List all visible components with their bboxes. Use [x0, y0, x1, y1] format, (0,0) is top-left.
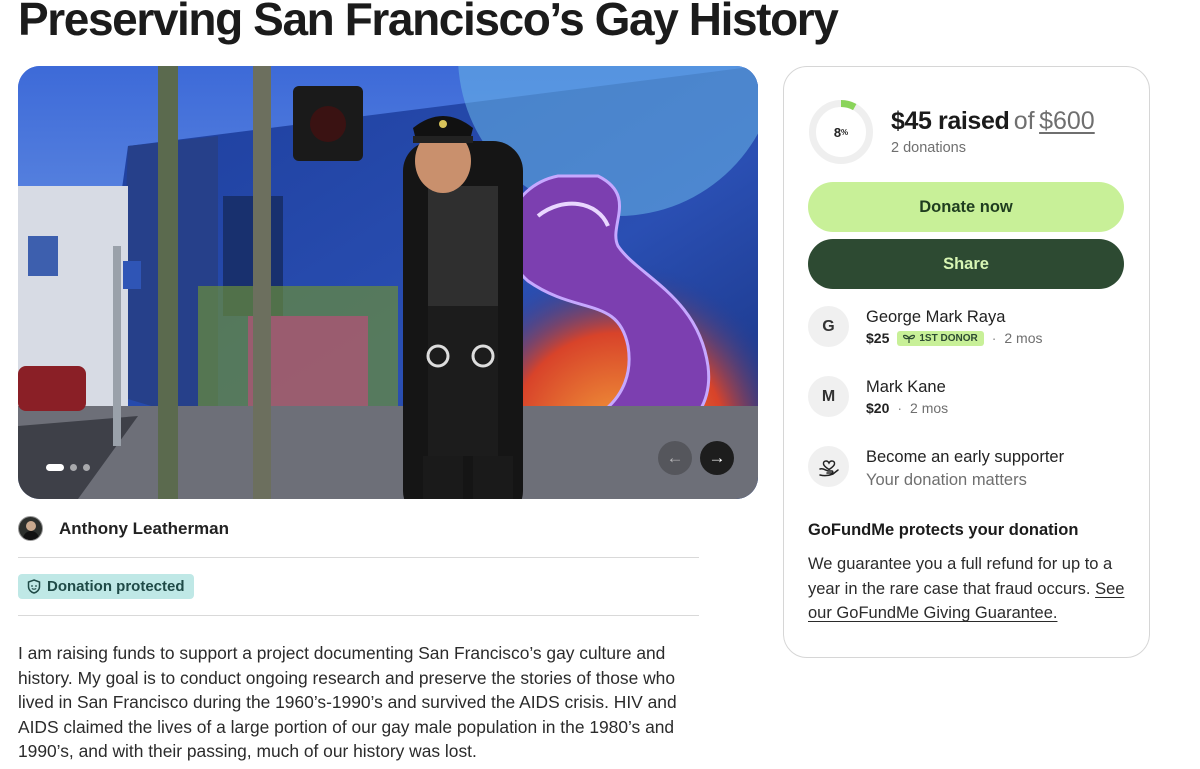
guarantee-description: We guarantee you a full refund for up to… — [808, 555, 1113, 598]
raised-summary: $45 raised of $600 — [891, 107, 1095, 136]
organizer[interactable]: Anthony Leatherman — [18, 516, 229, 541]
meta-separator: · — [991, 330, 997, 346]
goal-amount[interactable]: $600 — [1039, 107, 1095, 135]
progress-percent-value: 8 — [833, 124, 842, 140]
guarantee-title: GoFundMe protects your donation — [808, 521, 1079, 539]
donation-time: 2 mos — [910, 400, 949, 416]
donation-sidebar: 8% $45 raised of $600 2 donations Donate… — [783, 66, 1150, 658]
carousel-dots — [46, 464, 90, 471]
donate-now-button[interactable]: Donate now — [808, 182, 1124, 232]
first-donor-label: 1ST DONOR — [919, 332, 978, 344]
donor-list-item: M Mark Kane $20 · 2 mos — [808, 376, 948, 417]
raised-amount: $45 raised — [891, 107, 1010, 135]
divider — [18, 557, 699, 558]
campaign-photo — [18, 66, 758, 499]
arrow-right-icon: → — [708, 448, 726, 467]
donor-avatar: G — [808, 306, 849, 347]
guarantee-text: We guarantee you a full refund for up to… — [808, 552, 1128, 626]
raised-of-label: of — [1013, 107, 1035, 135]
organizer-avatar — [18, 516, 43, 541]
sprout-icon — [903, 334, 916, 343]
organizer-name[interactable]: Anthony Leatherman — [59, 519, 229, 539]
donation-protected-badge[interactable]: Donation protected — [18, 574, 194, 599]
campaign-story: I am raising funds to support a project … — [18, 643, 677, 762]
heart-hand-icon — [808, 446, 849, 487]
campaign-title: Preserving San Francisco’s Gay History — [18, 0, 839, 45]
share-button[interactable]: Share — [808, 239, 1124, 289]
early-supporter-title: Become an early supporter — [866, 448, 1065, 466]
carousel-dot[interactable] — [70, 464, 77, 471]
campaign-photo-carousel[interactable]: ← → — [18, 66, 758, 499]
donor-list-item: G George Mark Raya $25 1ST DONOR · 2 mos — [808, 306, 1043, 347]
carousel-next-button[interactable]: → — [700, 441, 734, 475]
donor-amount: $20 — [866, 400, 890, 416]
progress-percent-suffix: % — [841, 127, 849, 137]
donor-avatar: M — [808, 376, 849, 417]
donor-amount: $25 — [866, 330, 890, 346]
early-supporter: Become an early supporter Your donation … — [808, 446, 1064, 490]
carousel-dot[interactable] — [83, 464, 90, 471]
meta-separator: · — [897, 400, 903, 416]
early-supporter-subtitle: Your donation matters — [866, 471, 1027, 489]
donor-name: Mark Kane — [866, 378, 946, 396]
carousel-prev-button[interactable]: ← — [658, 441, 692, 475]
donation-protected-label: Donation protected — [47, 578, 185, 595]
arrow-left-icon: ← — [666, 448, 684, 467]
donation-time: 2 mos — [1004, 330, 1043, 346]
divider — [18, 615, 699, 616]
carousel-dot[interactable] — [46, 464, 64, 471]
donation-count[interactable]: 2 donations — [891, 140, 966, 156]
shield-icon — [27, 579, 41, 594]
progress-percent: 8% — [808, 99, 874, 165]
donor-name: George Mark Raya — [866, 308, 1006, 326]
first-donor-badge: 1ST DONOR — [897, 330, 984, 346]
